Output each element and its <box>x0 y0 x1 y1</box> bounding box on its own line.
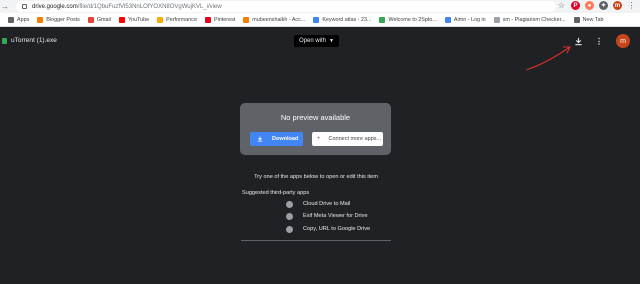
performance-icon <box>157 16 164 23</box>
bookmark-item[interactable]: Gmail <box>84 13 115 27</box>
bookmark-label: Gmail <box>96 16 111 23</box>
bookmark-label: sm - Plagiarism Checker... <box>502 16 566 23</box>
no-preview-title: No preview available <box>280 113 351 122</box>
suggested-apps-heading: Suggested third-party apps <box>242 190 310 196</box>
bookmark-item[interactable]: Keyword atlas - 23... <box>309 13 375 27</box>
bookmark-item[interactable]: mubeenshaikh - Acc... <box>239 13 309 27</box>
download-icon[interactable] <box>573 36 584 47</box>
app-item-exif-meta-viewer[interactable]: Exif Meta Viewer for Drive <box>286 212 368 220</box>
no-preview-card: No preview available Download + Connect … <box>240 103 391 155</box>
gmail-icon <box>87 16 94 23</box>
youtube-icon <box>118 16 125 23</box>
blogger-icon <box>37 16 44 23</box>
annotation-arrow-icon <box>525 46 571 71</box>
bookmark-label: mubeenshaikh - Acc... <box>252 16 306 23</box>
keyword-icon <box>313 16 320 23</box>
plus-icon: + <box>317 136 321 142</box>
welcome-icon <box>379 16 386 23</box>
bookmarks-bar: Apps Blogger Posts Gmail YouTube Performance… <box>0 13 640 27</box>
try-apps-text: Try one of the apps below to open or edi… <box>254 174 378 180</box>
download-button[interactable]: Download <box>250 132 303 146</box>
copy-url-icon <box>286 225 293 233</box>
browser-menu-icon[interactable]: ⋮ <box>627 1 636 10</box>
puzzle-extension-icon[interactable]: ✦ <box>599 1 608 10</box>
chevron-down-icon: ▼ <box>329 38 334 44</box>
bookmark-label: Keyword atlas - 23... <box>322 16 372 23</box>
bookmark-item[interactable]: Blogger Posts <box>33 13 84 27</box>
open-with-button[interactable]: Open with ▼ <box>294 35 339 47</box>
bookmark-label: Blogger Posts <box>46 16 80 23</box>
bookmark-label: Apps <box>17 16 30 23</box>
bookmark-item[interactable]: Welcome to 2Spto... <box>375 13 440 27</box>
pinterest-icon <box>204 16 211 23</box>
bookmark-label: Pinterest <box>213 16 236 23</box>
open-with-label: Open with <box>299 38 327 44</box>
bookmark-item[interactable]: New Tab <box>570 13 608 27</box>
new-tab-icon <box>573 16 580 23</box>
exif-viewer-icon <box>286 212 293 220</box>
more-options-icon[interactable]: ⋮ <box>595 36 603 47</box>
bookmark-label: Aimn - Log in <box>453 16 486 23</box>
bookmark-item[interactable]: Performance <box>153 13 201 27</box>
blogger-icon <box>243 16 250 23</box>
app-item-cloud-drive-to-mail[interactable]: Cloud Drive to Mail <box>286 200 350 208</box>
bookmark-item[interactable]: sm - Plagiarism Checker... <box>490 13 570 27</box>
drive-file-viewer-page: → drive.google.com/file/d/1QbuFuzfVl53Nn… <box>0 0 640 284</box>
bookmark-label: YouTube <box>127 16 150 23</box>
hubspot-extension-icon[interactable]: ● <box>585 1 594 10</box>
forward-icon[interactable]: → <box>0 0 10 13</box>
apps-grid-icon <box>8 16 14 23</box>
url-omnibox[interactable]: drive.google.com/file/d/1QbuFuzfVl53NnLO… <box>16 1 556 12</box>
bookmark-star-icon[interactable]: ☆ <box>557 1 566 10</box>
bookmark-item[interactable]: Apps <box>4 13 33 27</box>
browser-address-bar: → drive.google.com/file/d/1QbuFuzfVl53Nn… <box>0 0 640 13</box>
bookmark-label: Performance <box>166 16 197 23</box>
file-title: uTorrent (1).exe <box>11 37 57 44</box>
connect-more-apps-label: Connect more apps... <box>328 136 382 142</box>
bookmark-item[interactable]: YouTube <box>115 13 153 27</box>
bookmark-label: Welcome to 2Spto... <box>388 16 437 23</box>
app-label: Exif Meta Viewer for Drive <box>303 213 368 219</box>
app-label: Cloud Drive to Mail <box>303 201 351 207</box>
cloud-drive-mail-icon <box>286 200 293 208</box>
bookmark-label: New Tab <box>582 16 604 23</box>
profile-avatar[interactable]: m <box>613 1 622 10</box>
extension-icons: ☆ P ● ✦ m ⋮ <box>557 1 636 10</box>
app-label: Copy, URL to Google Drive <box>303 226 371 232</box>
pinterest-extension-icon[interactable]: P <box>571 1 580 10</box>
section-divider <box>241 240 391 241</box>
bookmark-item[interactable]: Pinterest <box>201 13 239 27</box>
download-icon <box>257 136 263 142</box>
file-type-icon <box>2 38 7 44</box>
plagiarism-icon <box>493 16 500 23</box>
app-item-copy-url[interactable]: Copy, URL to Google Drive <box>286 225 370 233</box>
account-avatar[interactable]: m <box>616 34 630 48</box>
lock-icon <box>22 4 27 9</box>
connect-more-apps-button[interactable]: + Connect more apps... <box>312 132 383 146</box>
url-text: drive.google.com/file/d/1QbuFuzfVl53NnLO… <box>32 3 222 10</box>
cloud-icon <box>444 16 451 23</box>
bookmark-item[interactable]: Aimn - Log in <box>441 13 490 27</box>
download-button-label: Download <box>272 136 299 142</box>
